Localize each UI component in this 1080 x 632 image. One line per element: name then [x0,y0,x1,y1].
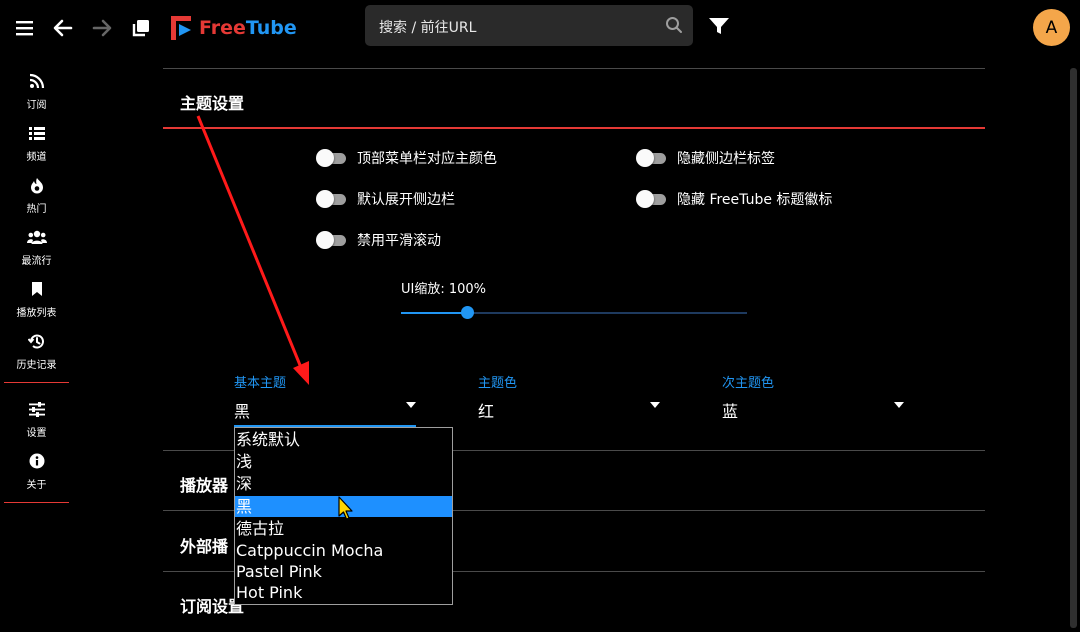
toggle-disable-smooth-scroll[interactable]: 禁用平滑滚动 [316,230,441,250]
back-arrow-icon[interactable] [51,16,75,40]
toggle-expand-sidebar[interactable]: 默认展开侧边栏 [316,189,455,209]
select-secondary-color[interactable]: 次主题色 蓝 [722,372,904,421]
search-icon[interactable] [665,16,683,38]
toggle-hide-sidebar-labels[interactable]: 隐藏侧边栏标签 [636,148,775,168]
dropdown-option-highlighted[interactable]: 黑 [235,496,452,517]
avatar[interactable]: A [1033,9,1070,46]
sidebar-item-channels[interactable]: 频道 [0,118,73,166]
rss-icon [29,70,45,92]
sidebar-item-popular[interactable]: 最流行 [0,222,73,270]
top-bar: FreeTube 搜索 / 前往URL A [0,0,1080,56]
ui-scale-slider[interactable] [401,306,747,319]
toggle-switch[interactable] [316,231,348,249]
sidebar-item-label: 热门 [26,204,47,215]
external-player-section-title[interactable]: 外部播 [180,533,228,557]
ui-scale-label: UI缩放: 100% [401,282,487,297]
sidebar-item-about[interactable]: 关于 [0,446,73,494]
info-icon [29,450,45,472]
bookmark-icon [31,278,43,300]
sidebar-item-subscriptions[interactable]: 订阅 [0,66,73,114]
dropdown-option[interactable]: Hot Pink [235,582,452,603]
toggle-label: 默认展开侧边栏 [357,192,455,208]
filter-icon[interactable] [708,16,730,40]
list-icon [28,122,45,144]
search-input[interactable]: 搜索 / 前往URL [365,5,693,46]
dropdown-option[interactable]: 德古拉 [235,518,452,539]
toggle-switch[interactable] [316,190,348,208]
select-value[interactable]: 黑 [234,398,250,422]
sidebar-item-playlists[interactable]: 播放列表 [0,274,73,322]
sidebar-item-label: 频道 [26,152,47,163]
divider [163,68,985,69]
select-value[interactable]: 红 [478,398,494,422]
slider-fill [401,312,467,314]
toggle-label: 隐藏 FreeTube 标题徽标 [677,192,833,208]
sidebar-item-label: 播放列表 [16,308,57,319]
toggle-switch[interactable] [316,149,348,167]
sidebar-item-settings[interactable]: 设置 [0,394,73,442]
freetube-logo-icon [171,16,191,40]
toggle-switch[interactable] [636,149,668,167]
select-label: 基本主题 [234,376,287,391]
sidebar-item-label: 历史记录 [16,360,57,371]
theme-section-title[interactable]: 主题设置 [180,90,244,114]
sidebar-divider [4,502,69,503]
select-value[interactable]: 蓝 [722,398,738,422]
player-section-title[interactable]: 播放器 [180,472,228,496]
dropdown-option[interactable]: Pastel Pink [235,561,452,582]
chevron-down-icon[interactable] [894,402,904,408]
sidebar-item-history[interactable]: 历史记录 [0,326,73,374]
toggle-switch[interactable] [636,190,668,208]
sidebar-item-trending[interactable]: 热门 [0,170,73,218]
chevron-down-icon[interactable] [406,402,416,408]
history-icon [28,330,45,352]
select-label: 主题色 [478,376,518,391]
sidebar-item-label: 订阅 [26,100,47,111]
toggle-label: 顶部菜单栏对应主颜色 [357,151,497,167]
chevron-down-icon[interactable] [650,402,660,408]
sliders-icon [28,398,45,420]
select-base-theme[interactable]: 基本主题 黑 [234,372,416,427]
dropdown-option[interactable]: Catppuccin Mocha [235,540,452,561]
logo-text: FreeTube [199,17,297,39]
freetube-logo[interactable]: FreeTube [170,14,297,42]
sidebar-item-label: 关于 [26,480,47,491]
sidebar-divider [4,382,69,383]
users-icon [26,226,47,248]
sidebar: 订阅 频道 热门 最流行 播放列表 历史记录 设置 关于 [0,56,73,632]
select-label: 次主题色 [722,376,775,391]
fire-icon [30,174,44,196]
scrollbar[interactable] [1070,68,1077,628]
dropdown-option[interactable]: 深 [235,473,452,494]
toggle-top-bar-main-color[interactable]: 顶部菜单栏对应主颜色 [316,148,497,168]
sidebar-item-label: 最流行 [21,256,52,267]
menu-icon[interactable] [13,16,37,40]
toggle-label: 隐藏侧边栏标签 [677,151,775,167]
dropdown-option[interactable]: 浅 [235,451,452,472]
toggle-hide-title-logo[interactable]: 隐藏 FreeTube 标题徽标 [636,189,832,209]
base-theme-dropdown-list[interactable]: 系统默认 浅 深 黑 德古拉 Catppuccin Mocha Pastel P… [234,427,453,605]
new-window-icon[interactable] [129,16,153,40]
sidebar-item-label: 设置 [26,428,47,439]
dropdown-option[interactable]: 系统默认 [235,429,452,450]
search-placeholder: 搜索 / 前往URL [379,20,477,36]
toggle-label: 禁用平滑滚动 [357,233,441,249]
select-main-color[interactable]: 主题色 红 [478,372,660,421]
forward-arrow-icon[interactable] [90,16,114,40]
slider-thumb[interactable] [461,306,474,319]
section-underline [163,127,985,129]
